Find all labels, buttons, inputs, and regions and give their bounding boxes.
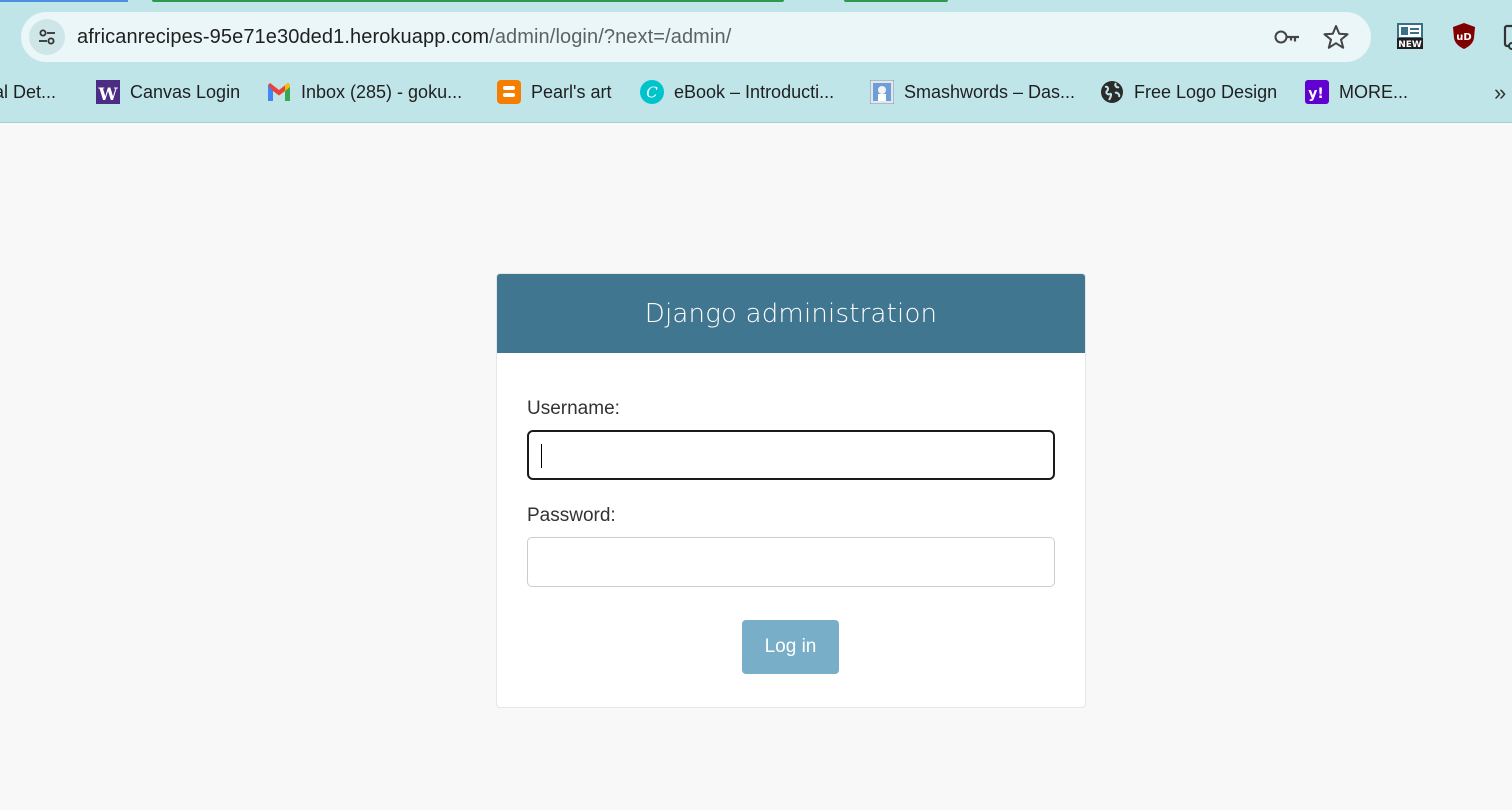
bookmark-item[interactable]: Pearl's art: [497, 79, 611, 105]
url-text[interactable]: africanrecipes-95e71e30ded1.herokuapp.co…: [77, 24, 731, 50]
news-new-icon[interactable]: NEW: [1397, 22, 1423, 50]
tab-indicator: [0, 0, 128, 2]
w-logo-icon: W: [96, 80, 120, 104]
yahoo-glyph: y!: [1308, 86, 1324, 102]
login-header: Django administration: [497, 274, 1085, 353]
text-caret: [541, 444, 542, 468]
site-title: Django administration: [644, 298, 938, 329]
blogger-icon: [497, 80, 521, 104]
bookmark-item[interactable]: W Canvas Login: [96, 79, 240, 105]
bookmarks-overflow-button[interactable]: »: [1494, 80, 1506, 106]
ublock-label: uD: [1456, 32, 1471, 43]
puzzle-icon[interactable]: [1503, 22, 1512, 50]
smashwords-icon: [870, 80, 894, 104]
tab-indicator: [152, 0, 784, 2]
bookmark-label: Smashwords – Das...: [904, 81, 1076, 102]
url-host: africanrecipes-95e71e30ded1.herokuapp.co…: [77, 26, 490, 48]
bookmark-label: MORE...: [1339, 81, 1409, 102]
bookmark-label: Inbox (285) - goku...: [301, 81, 463, 102]
gmail-icon: [267, 80, 291, 104]
bookmark-label: Canvas Login: [130, 81, 241, 102]
new-badge-text: NEW: [1398, 40, 1422, 50]
bookmark-item[interactable]: Smashwords – Das...: [870, 79, 1075, 105]
bookmark-label: eBook – Introducti...: [674, 81, 835, 102]
bookmark-label: al Det...: [0, 81, 57, 102]
bookmark-item[interactable]: al Det...: [0, 79, 56, 105]
bookmarks-bar: al Det... W Canvas Login Inbox (285) - g…: [0, 72, 1512, 112]
bookmark-label: Free Logo Design: [1134, 81, 1278, 102]
tab-indicator: [844, 0, 948, 2]
login-button[interactable]: Log in: [742, 620, 839, 674]
username-label: Username:: [527, 398, 620, 419]
username-input[interactable]: [527, 430, 1055, 480]
tune-icon[interactable]: [29, 19, 65, 55]
yahoo-icon: y!: [1305, 80, 1329, 104]
address-bar[interactable]: africanrecipes-95e71e30ded1.herokuapp.co…: [21, 12, 1371, 62]
bookmark-item[interactable]: Free Logo Design: [1100, 79, 1277, 105]
password-label: Password:: [527, 505, 616, 526]
bookmark-item[interactable]: Inbox (285) - goku...: [267, 79, 462, 105]
star-icon[interactable]: [1322, 24, 1350, 50]
bookmark-item[interactable]: y! MORE...: [1305, 79, 1408, 105]
password-input[interactable]: [527, 537, 1055, 587]
login-panel: Django administration Username: Password…: [496, 273, 1086, 708]
key-icon[interactable]: [1273, 24, 1301, 50]
ublock-shield-icon[interactable]: uD: [1452, 22, 1476, 50]
canva-icon: C: [640, 80, 664, 104]
browser-toolbar: africanrecipes-95e71e30ded1.herokuapp.co…: [0, 0, 1512, 123]
globe-icon: [1100, 80, 1124, 104]
url-path: /admin/login/?next=/admin/: [489, 26, 732, 48]
bookmark-label: Pearl's art: [531, 81, 612, 102]
canva-glyph: C: [646, 84, 658, 102]
bookmark-item[interactable]: C eBook – Introducti...: [640, 79, 834, 105]
w-glyph: W: [97, 85, 118, 104]
